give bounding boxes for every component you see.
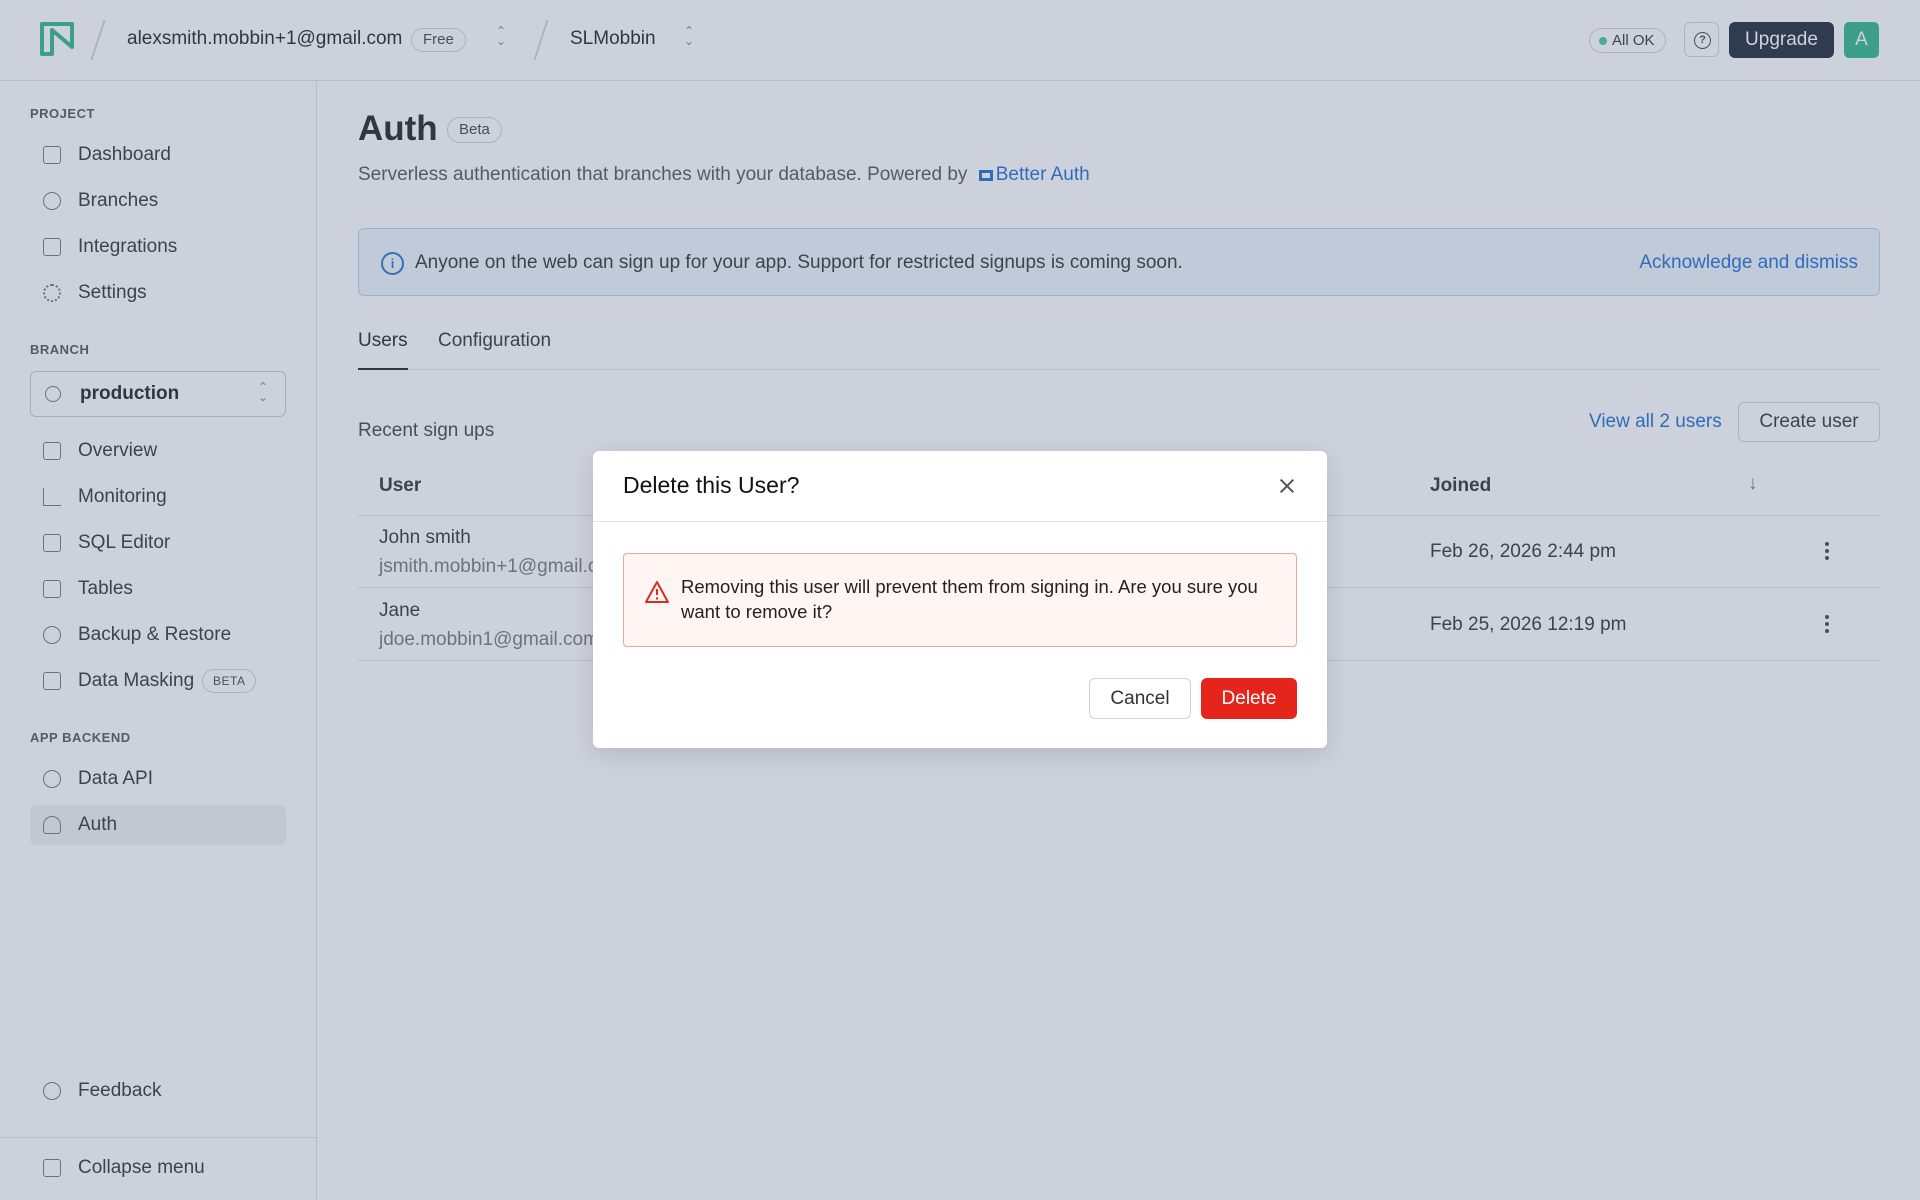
warning-triangle-icon — [645, 581, 669, 603]
warning-text: Removing this user will prevent them fro… — [681, 576, 1258, 622]
warning-callout: Removing this user will prevent them fro… — [623, 553, 1297, 647]
dialog-title: Delete this User? — [623, 472, 800, 498]
delete-button[interactable]: Delete — [1201, 678, 1297, 719]
cancel-button[interactable]: Cancel — [1089, 678, 1191, 719]
delete-user-dialog: Delete this User? Removing this user wil… — [593, 451, 1327, 748]
close-icon[interactable] — [1276, 475, 1298, 497]
dialog-header: Delete this User? — [593, 451, 1327, 522]
